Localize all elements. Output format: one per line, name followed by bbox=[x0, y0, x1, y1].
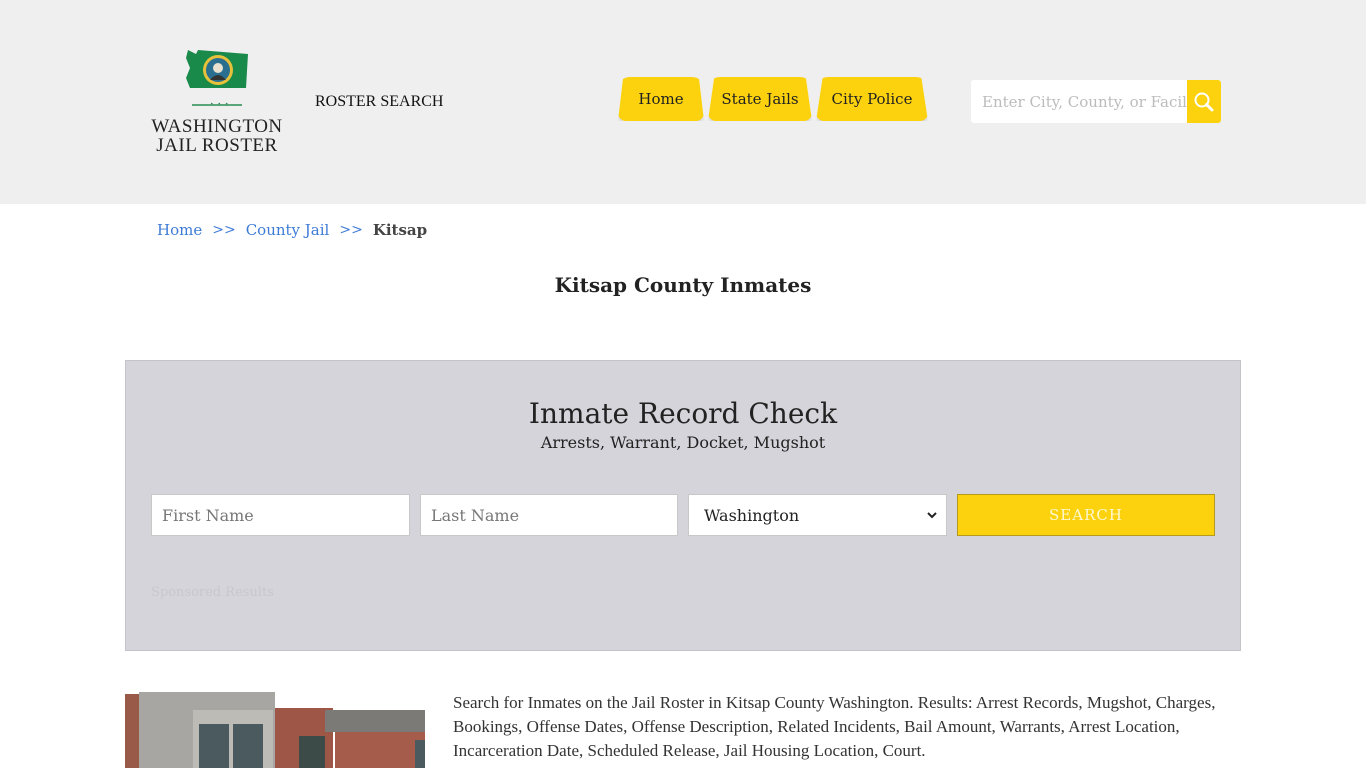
first-name-input[interactable] bbox=[151, 494, 410, 536]
washington-state-flag-icon bbox=[186, 50, 248, 88]
logo-text-line2: JAIL ROSTER bbox=[156, 135, 278, 156]
nav-tab-home[interactable]: Home bbox=[618, 77, 704, 121]
inmate-record-check-panel: Inmate Record Check Arrests, Warrant, Do… bbox=[125, 360, 1241, 651]
nav-tab-state-jails[interactable]: State Jails bbox=[708, 77, 812, 121]
logo-dots: • • • bbox=[210, 101, 230, 108]
breadcrumb-county-jail[interactable]: County Jail bbox=[246, 221, 330, 239]
last-name-input[interactable] bbox=[420, 494, 678, 536]
breadcrumb: Home >> County Jail >> Kitsap bbox=[157, 221, 427, 239]
roster-search-link[interactable]: ROSTER SEARCH bbox=[315, 93, 443, 111]
site-logo[interactable]: • • • WASHINGTON JAIL ROSTER bbox=[148, 46, 286, 158]
facility-search bbox=[971, 80, 1221, 123]
search-icon bbox=[1194, 92, 1214, 111]
main-nav: Home State Jails City Police bbox=[618, 77, 932, 121]
state-select-value: Washington bbox=[704, 505, 800, 525]
courthouse-image bbox=[125, 690, 425, 768]
page-title: Kitsap County Inmates bbox=[554, 273, 812, 297]
breadcrumb-separator: >> bbox=[339, 222, 363, 238]
sponsored-results-label: Sponsored Results bbox=[151, 585, 274, 600]
record-check-title: Inmate Record Check bbox=[528, 397, 838, 430]
facility-search-button[interactable] bbox=[1187, 80, 1221, 123]
state-select[interactable]: Washington bbox=[688, 494, 947, 536]
site-header: • • • WASHINGTON JAIL ROSTER ROSTER SEAR… bbox=[0, 0, 1366, 204]
breadcrumb-home[interactable]: Home bbox=[157, 221, 202, 239]
chevron-down-icon bbox=[927, 512, 937, 519]
nav-tab-city-police[interactable]: City Police bbox=[816, 77, 928, 121]
search-button[interactable]: SEARCH bbox=[957, 494, 1215, 536]
breadcrumb-separator: >> bbox=[212, 222, 236, 238]
breadcrumb-current: Kitsap bbox=[372, 221, 428, 239]
county-description: Search for Inmates on the Jail Roster in… bbox=[453, 693, 1216, 760]
facility-search-input[interactable] bbox=[971, 80, 1187, 123]
courthouse-photo bbox=[125, 690, 425, 768]
record-check-subtitle: Arrests, Warrant, Docket, Mugshot bbox=[540, 433, 826, 452]
